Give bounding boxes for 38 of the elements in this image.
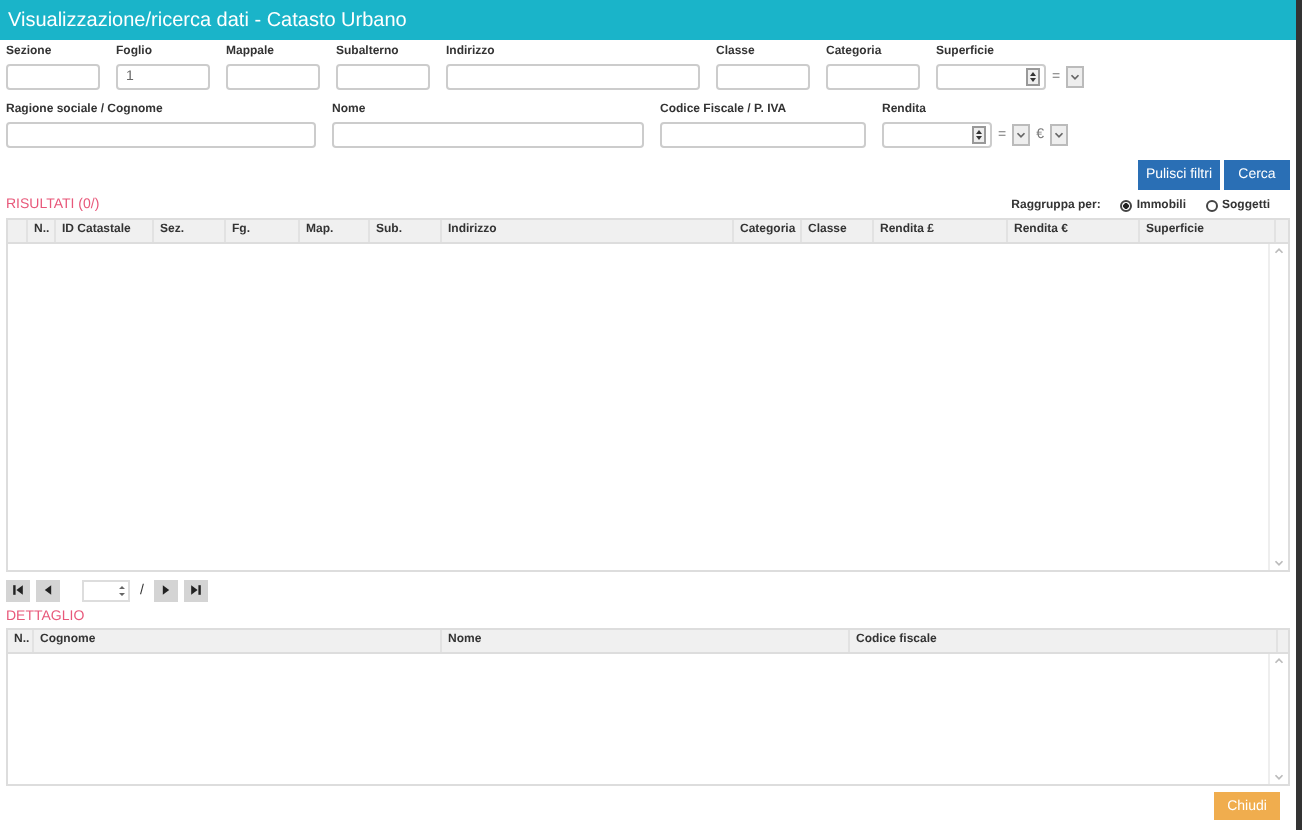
input-field[interactable]	[660, 122, 866, 148]
input-field[interactable]	[226, 64, 320, 90]
input-field[interactable]	[332, 122, 644, 148]
number-field[interactable]	[882, 122, 992, 148]
input-field[interactable]	[446, 64, 700, 90]
radio-icon[interactable]	[1206, 199, 1218, 211]
next-page-button[interactable]	[153, 579, 178, 601]
next-page-icon	[157, 582, 174, 598]
chevron-icon	[1052, 128, 1066, 142]
input-field[interactable]	[6, 122, 316, 148]
spinner-icon[interactable]	[972, 126, 986, 144]
spinner-icon[interactable]	[116, 581, 128, 599]
first-page-button[interactable]	[6, 579, 30, 601]
number-field[interactable]	[936, 64, 1046, 90]
input-field[interactable]	[6, 64, 100, 90]
chevron-icon	[1014, 128, 1029, 142]
first-page-icon	[10, 582, 26, 598]
last-page-icon	[187, 582, 204, 598]
input-field[interactable]	[826, 64, 920, 90]
previous-page-icon	[40, 582, 56, 598]
window-title: Visualizzazione/ricerca dati - Catasto Urbano	[8, 9, 407, 31]
scrollbar[interactable]	[1268, 244, 1288, 570]
scroll-up-icon[interactable]	[1272, 244, 1286, 258]
last-page-button[interactable]	[183, 579, 208, 601]
operator-dropdown[interactable]	[1012, 124, 1031, 146]
input-field[interactable]	[336, 64, 430, 90]
scroll-down-icon[interactable]	[1272, 556, 1286, 570]
page-number-field[interactable]	[82, 579, 130, 601]
spinner-icon[interactable]	[1026, 68, 1040, 86]
radio-icon[interactable]	[1120, 199, 1133, 211]
scroll-down-icon[interactable]	[1272, 770, 1286, 784]
currency-dropdown[interactable]	[1050, 124, 1068, 146]
operator-dropdown[interactable]	[1066, 66, 1085, 88]
scrollbar[interactable]	[1268, 654, 1288, 784]
scroll-up-icon[interactable]	[1272, 654, 1286, 668]
chevron-icon	[1068, 70, 1083, 84]
input-field[interactable]	[716, 64, 810, 90]
previous-page-button[interactable]	[36, 579, 60, 601]
